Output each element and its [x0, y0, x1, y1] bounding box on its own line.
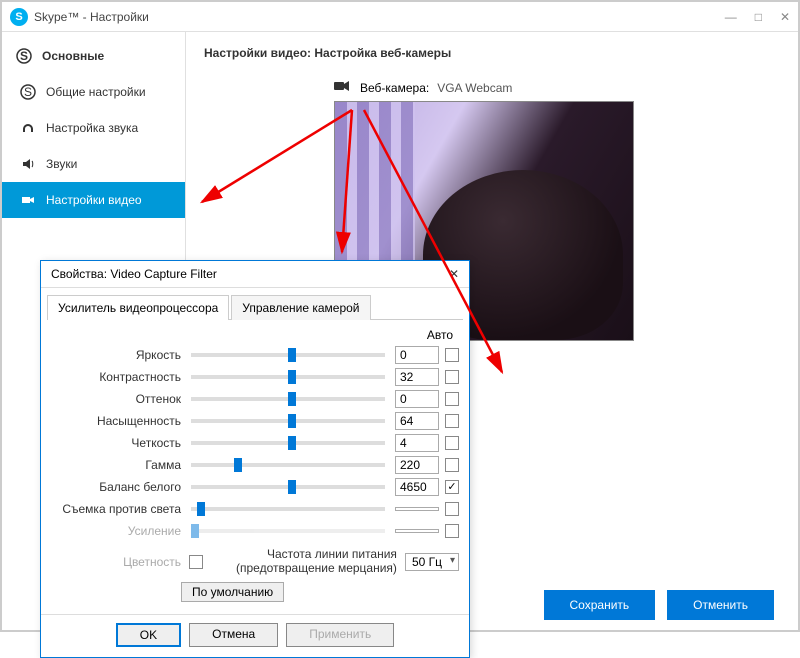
- skype-icon: S: [16, 48, 32, 64]
- tab-camera-control[interactable]: Управление камерой: [231, 295, 370, 320]
- svg-text:S: S: [24, 85, 32, 99]
- slider-value[interactable]: 64: [395, 412, 439, 430]
- cancel-button[interactable]: Отменить: [667, 590, 774, 620]
- page-title: Настройки видео: Настройка веб-камеры: [204, 46, 780, 60]
- slider-track[interactable]: [191, 441, 385, 445]
- slider-track[interactable]: [191, 353, 385, 357]
- slider-row: Усиление: [51, 520, 459, 542]
- sidebar-item-video[interactable]: Настройки видео: [2, 182, 185, 218]
- slider-track[interactable]: [191, 397, 385, 401]
- minimize-button[interactable]: —: [725, 10, 737, 24]
- dialog-titlebar: Свойства: Video Capture Filter ✕: [41, 261, 469, 288]
- powerline-freq-select[interactable]: 50 Гц: [405, 553, 459, 571]
- dialog-close-button[interactable]: ✕: [449, 267, 459, 281]
- slider-track[interactable]: [191, 375, 385, 379]
- camera-icon: [20, 192, 36, 208]
- slider-value[interactable]: [395, 529, 439, 533]
- camera-icon: [334, 80, 352, 95]
- sidebar-header-label: Основные: [42, 49, 104, 63]
- sidebar-item-audio[interactable]: Настройка звука: [2, 110, 185, 146]
- slider-value[interactable]: 220: [395, 456, 439, 474]
- headset-icon: [20, 120, 36, 136]
- cancel-dialog-button[interactable]: Отмена: [189, 623, 278, 647]
- slider-value[interactable]: [395, 507, 439, 511]
- save-button[interactable]: Сохранить: [544, 590, 656, 620]
- colorfulness-label: Цветность: [51, 555, 181, 569]
- slider-row: Оттенок 0: [51, 388, 459, 410]
- ok-button[interactable]: OK: [116, 623, 181, 647]
- speaker-icon: [20, 156, 36, 172]
- window-titlebar: S Skype™ - Настройки — □ ✕: [2, 2, 798, 32]
- maximize-button[interactable]: □: [755, 10, 762, 24]
- auto-checkbox[interactable]: [445, 414, 459, 428]
- auto-checkbox[interactable]: [445, 370, 459, 384]
- tab-video-amp[interactable]: Усилитель видеопроцессора: [47, 295, 229, 320]
- auto-checkbox[interactable]: [445, 458, 459, 472]
- slider-row: Четкость 4: [51, 432, 459, 454]
- powerline-freq-label: Частота линии питания (предотвращение ме…: [236, 548, 397, 576]
- sidebar-item-general[interactable]: S Общие настройки: [2, 74, 185, 110]
- dialog-title: Свойства: Video Capture Filter: [51, 267, 217, 281]
- auto-checkbox[interactable]: [445, 524, 459, 538]
- slider-label: Съемка против света: [51, 502, 181, 516]
- slider-label: Гамма: [51, 458, 181, 472]
- slider-track: [191, 529, 385, 533]
- sidebar-item-label: Настройка звука: [46, 121, 138, 135]
- auto-checkbox[interactable]: [445, 348, 459, 362]
- slider-label: Баланс белого: [51, 480, 181, 494]
- skype-logo-icon: S: [10, 8, 28, 26]
- sidebar-header: S Основные: [2, 38, 185, 74]
- video-properties-dialog: Свойства: Video Capture Filter ✕ Усилите…: [40, 260, 470, 658]
- sidebar-item-label: Настройки видео: [46, 193, 142, 207]
- slider-track[interactable]: [191, 419, 385, 423]
- dialog-button-row: OK Отмена Применить: [41, 614, 469, 657]
- slider-row: Съемка против света: [51, 498, 459, 520]
- slider-label: Насыщенность: [51, 414, 181, 428]
- slider-row: Яркость 0: [51, 344, 459, 366]
- slider-value[interactable]: 4: [395, 434, 439, 452]
- svg-text:S: S: [20, 49, 28, 63]
- colorfulness-checkbox[interactable]: [189, 555, 203, 569]
- slider-label: Четкость: [51, 436, 181, 450]
- close-button[interactable]: ✕: [780, 10, 790, 24]
- webcam-selector-row: Веб-камера: VGA Webcam: [334, 80, 780, 95]
- defaults-button[interactable]: По умолчанию: [181, 582, 284, 602]
- apply-button[interactable]: Применить: [286, 623, 394, 647]
- dialog-tabs: Усилитель видеопроцессора Управление кам…: [47, 294, 463, 320]
- slider-value[interactable]: 4650: [395, 478, 439, 496]
- slider-row: Насыщенность 64: [51, 410, 459, 432]
- webcam-label: Веб-камера:: [360, 81, 429, 95]
- skype-icon: S: [20, 84, 36, 100]
- slider-track[interactable]: [191, 507, 385, 511]
- window-title: Skype™ - Настройки: [34, 10, 149, 24]
- auto-checkbox[interactable]: [445, 480, 459, 494]
- slider-label: Контрастность: [51, 370, 181, 384]
- auto-checkbox[interactable]: [445, 502, 459, 516]
- dialog-footer: Сохранить Отменить: [520, 580, 798, 630]
- webcam-name: VGA Webcam: [437, 81, 512, 95]
- slider-row: Контрастность 32: [51, 366, 459, 388]
- slider-label: Оттенок: [51, 392, 181, 406]
- slider-row: Баланс белого 4650: [51, 476, 459, 498]
- slider-label: Усиление: [51, 524, 181, 538]
- auto-checkbox[interactable]: [445, 392, 459, 406]
- auto-checkbox[interactable]: [445, 436, 459, 450]
- sidebar-item-label: Общие настройки: [46, 85, 146, 99]
- tab-content: Авто Яркость 0 Контрастность 32 Оттенок 0 Насы…: [41, 320, 469, 608]
- slider-value[interactable]: 0: [395, 346, 439, 364]
- slider-value[interactable]: 0: [395, 390, 439, 408]
- auto-column-header: Авто: [51, 328, 459, 342]
- slider-track[interactable]: [191, 463, 385, 467]
- sidebar-item-sounds[interactable]: Звуки: [2, 146, 185, 182]
- slider-label: Яркость: [51, 348, 181, 362]
- slider-row: Гамма 220: [51, 454, 459, 476]
- slider-track[interactable]: [191, 485, 385, 489]
- sidebar-item-label: Звуки: [46, 157, 77, 171]
- slider-value[interactable]: 32: [395, 368, 439, 386]
